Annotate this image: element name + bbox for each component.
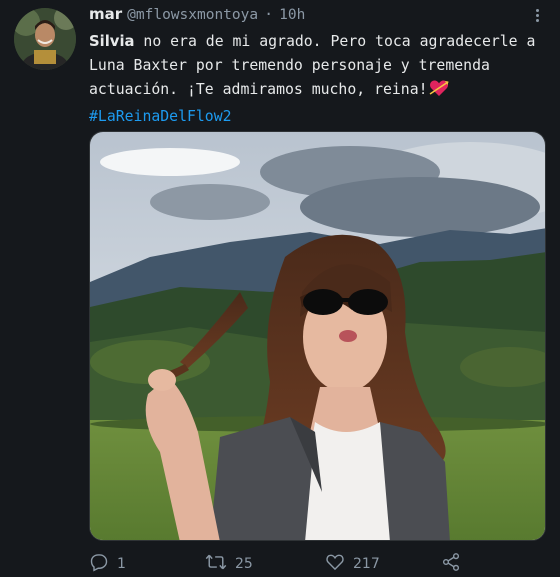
share-button[interactable] [441,552,461,576]
reply-button[interactable]: 1 [89,552,126,576]
mention-text: Silvia [89,33,135,50]
timestamp[interactable]: 10h [279,7,305,23]
tweet-card[interactable]: mar @mflowsxmontoya · 10h Silvia no era … [0,0,560,577]
retweet-icon [205,552,227,576]
tweet-header: mar @mflowsxmontoya · 10h [89,5,305,25]
heart-with-arrow-icon [429,79,449,105]
more-options-icon[interactable] [526,4,548,26]
author-avatar[interactable] [14,8,76,70]
display-name[interactable]: mar [89,5,122,23]
separator-dot: · [264,5,274,23]
hashtag-link[interactable]: #LaReinaDelFlow2 [89,108,232,125]
retweet-button[interactable]: 25 [205,552,253,576]
reply-count: 1 [117,556,126,572]
user-handle[interactable]: @mflowsxmontoya [127,7,258,23]
reply-icon [89,552,109,576]
tweet-text: Silvia no era de mi agrado. Pero toca ag… [89,30,539,129]
tweet-photo[interactable] [89,131,546,541]
retweet-count: 25 [235,556,253,572]
tweet-body-text: no era de mi agrado. Pero toca agradecer… [89,33,536,98]
tweet-actions-bar: 1 25 217 [89,552,509,574]
like-button[interactable]: 217 [325,552,380,576]
share-icon [441,552,461,576]
like-count: 217 [353,556,380,572]
heart-icon [325,552,345,576]
